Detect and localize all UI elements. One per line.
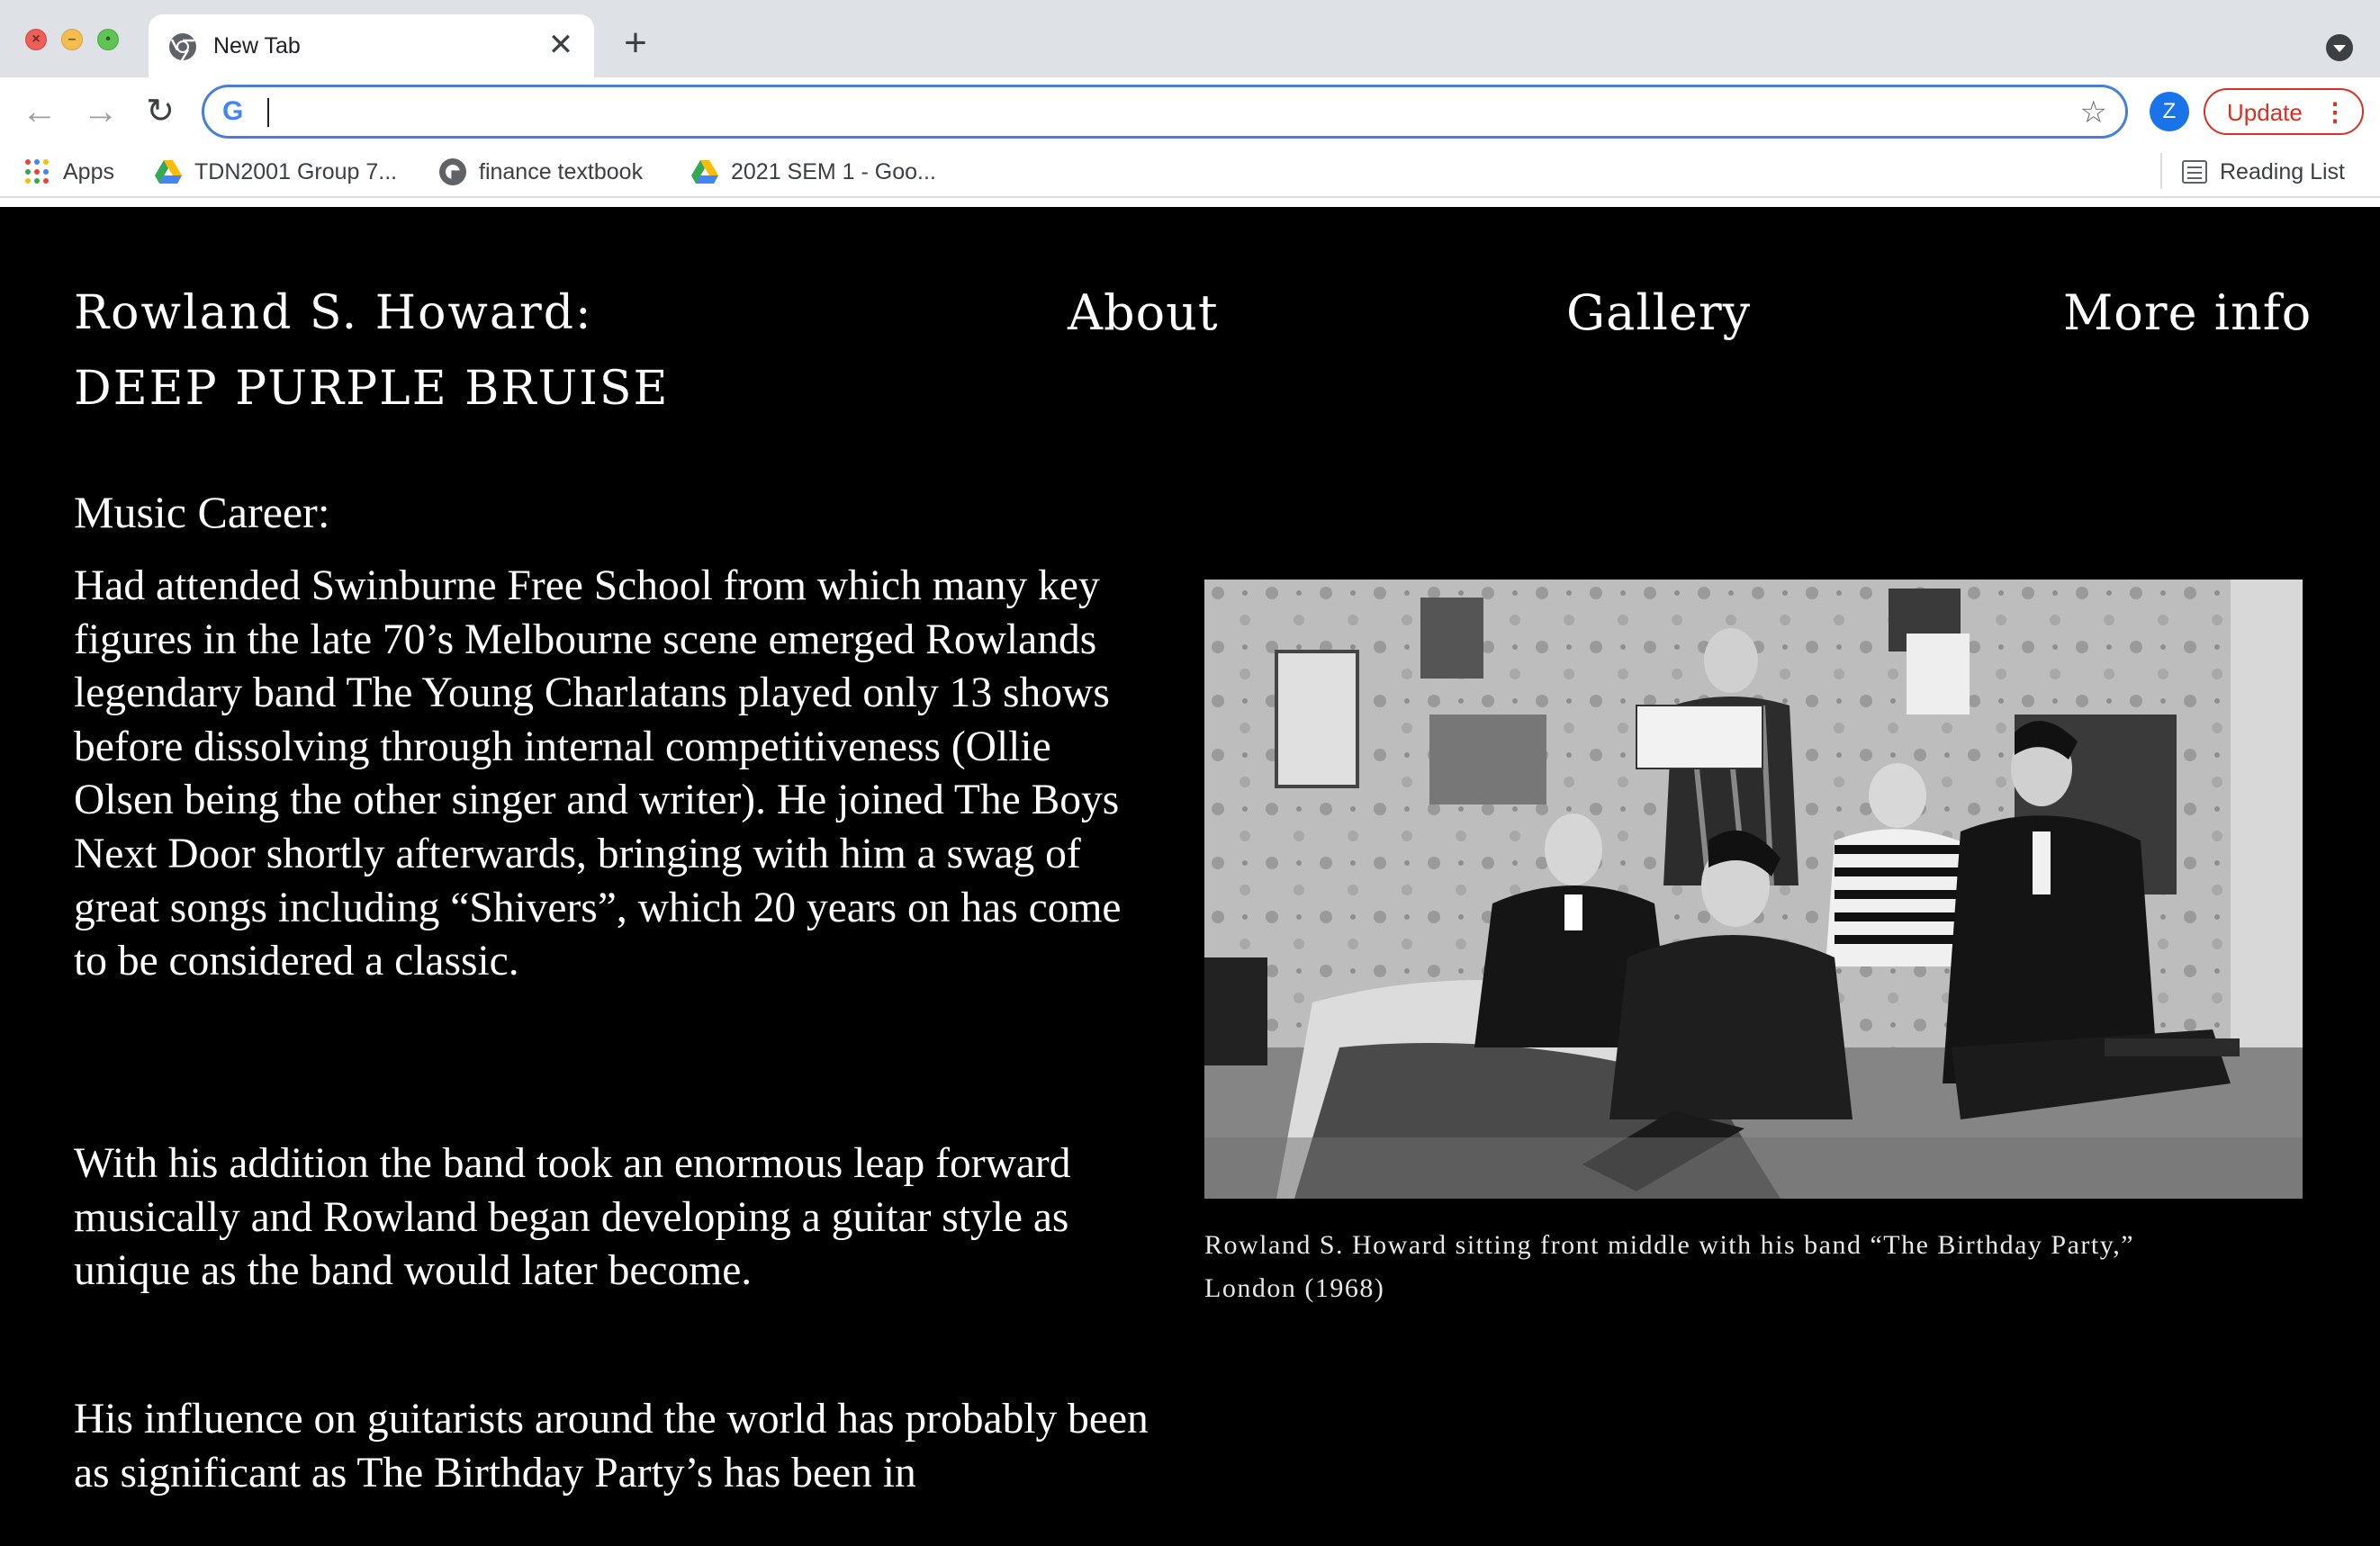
bookmark-label: TDN2001 Group 7... (194, 158, 398, 184)
arrow-right-icon: → (83, 92, 119, 131)
browser-chrome: × – • New Tab ✕ + ← → ↻ G ☆ Z Update ⋮ A… (0, 0, 2380, 207)
bookmark-apps[interactable]: Apps (25, 155, 114, 189)
bookmark-finance-textbook[interactable]: finance textbook (439, 155, 643, 189)
bookmarks-divider (2160, 153, 2162, 189)
globe-icon (439, 158, 466, 185)
google-g-icon: G (222, 96, 244, 126)
paragraph-guitar-style: With his addition the band took an enorm… (74, 1140, 1071, 1295)
tab-title: New Tab (213, 33, 301, 58)
tab-new-tab[interactable]: New Tab ✕ (149, 14, 594, 77)
bookmark-star-icon[interactable]: ☆ (2080, 94, 2107, 130)
web-page: Rowland S. Howard: DEEP PURPLE BRUISE Ab… (0, 207, 2380, 1546)
band-photo-illustration (1204, 580, 2303, 1199)
forward-button[interactable]: → (77, 88, 124, 135)
maximize-icon: • (105, 31, 111, 47)
site-title-line2: DEEP PURPLE BRUISE (74, 362, 670, 416)
photo-caption: Rowland S. Howard sitting front middle w… (1204, 1230, 2135, 1303)
toolbar: ← → ↻ G ☆ Z Update ⋮ (0, 77, 2380, 146)
bookmark-label: 2021 SEM 1 - Goo... (731, 158, 936, 184)
tab-search-button[interactable] (2326, 34, 2353, 61)
maximize-window-button[interactable]: • (97, 29, 119, 50)
nav-link-about[interactable]: About (1068, 275, 1219, 351)
nav-link-more-info[interactable]: More info (2063, 275, 2312, 351)
section-heading: Music Career: (74, 487, 330, 537)
site-title[interactable]: Rowland S. Howard: DEEP PURPLE BRUISE (74, 275, 670, 427)
chrome-icon (169, 33, 196, 61)
kebab-menu-icon: ⋮ (2322, 98, 2348, 126)
google-drive-icon (691, 160, 718, 184)
bookmarks-bar: Apps TDN2001 Group 7... finance textbook… (0, 146, 2380, 198)
new-tab-button[interactable]: + (616, 23, 655, 65)
reload-icon: ↻ (146, 93, 175, 130)
band-photo (1204, 580, 2303, 1199)
bookmark-label: finance textbook (479, 158, 644, 184)
arrow-left-icon: ← (22, 92, 58, 131)
address-bar[interactable]: G ☆ (202, 85, 2128, 139)
tab-strip: × – • New Tab ✕ + (0, 0, 2380, 77)
minimize-icon: – (68, 31, 77, 47)
update-label: Update (2227, 99, 2303, 126)
paragraph-music-career: Had attended Swinburne Free School from … (74, 562, 1122, 985)
apps-grid-icon (25, 159, 50, 184)
update-button[interactable]: Update ⋮ (2204, 88, 2364, 135)
close-window-button[interactable]: × (25, 29, 47, 50)
reading-list-button[interactable]: Reading List (2182, 155, 2345, 189)
google-drive-icon (155, 160, 182, 184)
minimize-window-button[interactable]: – (61, 29, 83, 50)
tab-close-button[interactable]: ✕ (544, 28, 578, 62)
bookmark-tdn2001[interactable]: TDN2001 Group 7... (155, 155, 397, 189)
nav-link-gallery[interactable]: Gallery (1566, 275, 1751, 351)
reload-button[interactable]: ↻ (137, 88, 184, 135)
profile-avatar[interactable]: Z (2150, 92, 2189, 131)
reading-list-label: Reading List (2220, 158, 2345, 184)
address-input[interactable] (266, 96, 2030, 129)
back-button[interactable]: ← (16, 88, 63, 135)
bookmark-2021-sem1[interactable]: 2021 SEM 1 - Goo... (691, 155, 936, 189)
site-title-line1: Rowland S. Howard: (74, 286, 593, 340)
close-icon: × (32, 31, 41, 47)
bookmark-label: Apps (63, 158, 114, 184)
text-caret (267, 98, 269, 127)
reading-list-icon (2182, 160, 2207, 184)
paragraph-influence: His influence on guitarists around the w… (74, 1396, 1149, 1497)
